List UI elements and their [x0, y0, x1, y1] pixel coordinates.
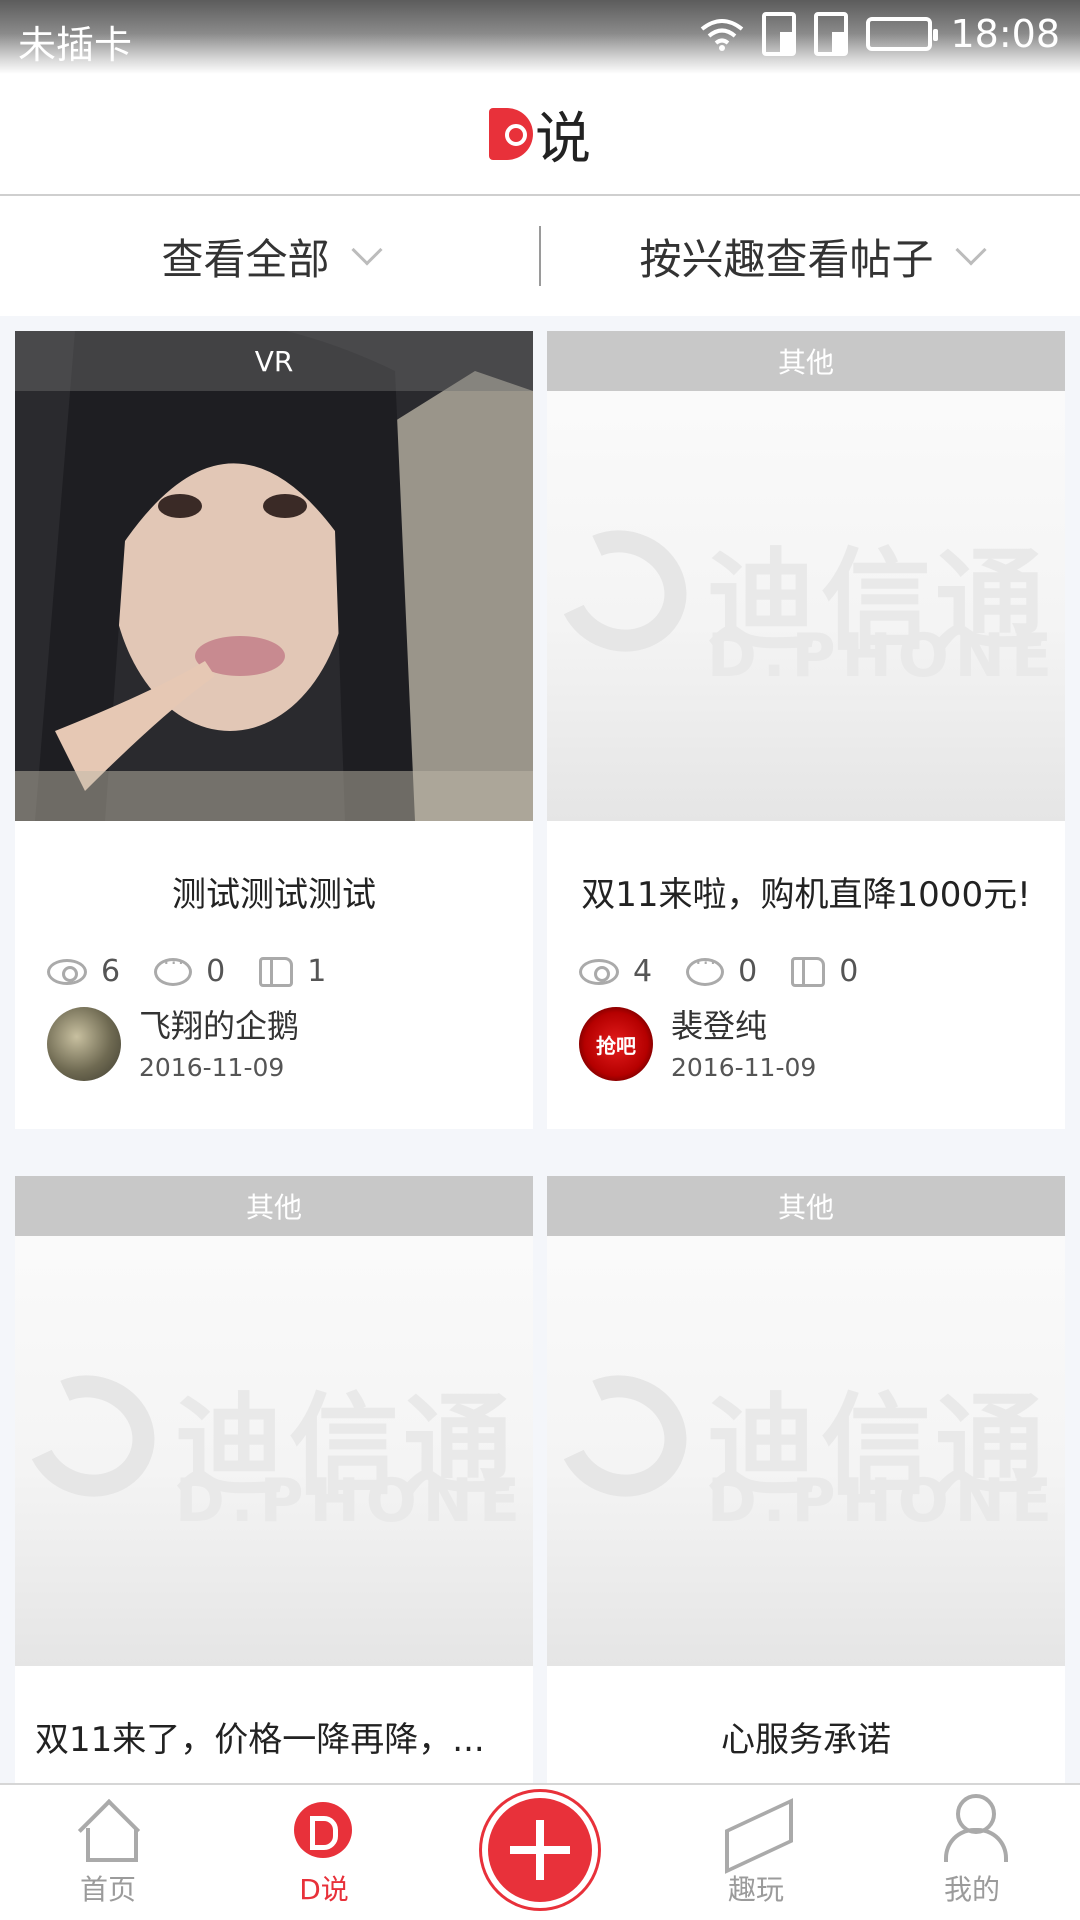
dphone-watermark-logo: 迪信通 D.PHONE — [547, 1357, 1065, 1536]
app-header: 说 — [0, 74, 1080, 196]
nav-item-dsay[interactable]: D说 — [216, 1785, 432, 1920]
chevron-down-icon — [954, 234, 987, 266]
bottom-nav: 首页 D说 趣玩 我的 — [0, 1783, 1080, 1920]
chevron-down-icon — [350, 234, 383, 266]
sim-slot-2-icon — [814, 12, 849, 56]
post-photo — [15, 331, 533, 821]
carrier-label: 未插卡 — [18, 23, 133, 67]
post-title[interactable]: 双11来了，价格一降再降，... — [15, 1712, 533, 1761]
filter-view-all-dropdown[interactable]: 查看全部 — [0, 196, 539, 316]
post-tag: 其他 — [547, 1176, 1065, 1236]
post-stats: 6 0 1 — [47, 951, 533, 989]
views-count: 4 — [633, 954, 653, 989]
nav-item-mine[interactable]: 我的 — [864, 1785, 1080, 1920]
post-title[interactable]: 双11来啦，购机直降1000元! — [547, 867, 1065, 916]
dphone-swirl-icon — [547, 512, 704, 670]
nav-label-home: 首页 — [79, 1873, 136, 1906]
avatar-text: 抢吧 — [596, 1033, 636, 1058]
post-image: VR — [15, 331, 533, 821]
status-time: 18:08 — [950, 12, 1060, 56]
comment-icon — [154, 951, 193, 986]
comments-count: 0 — [206, 954, 226, 989]
user-icon — [942, 1794, 1008, 1862]
dphone-watermark-logo: 迪信通 D.PHONE — [15, 1357, 533, 1536]
thumbs-up-icon — [259, 956, 294, 987]
post-date: 2016-11-09 — [139, 1053, 285, 1082]
nav-item-play[interactable]: 趣玩 — [648, 1785, 864, 1920]
create-post-plus-icon[interactable] — [488, 1798, 592, 1902]
brand-d-logo-icon — [489, 108, 533, 160]
comments-stat[interactable]: 0 — [686, 951, 758, 989]
comments-count: 0 — [738, 954, 758, 989]
avatar[interactable]: 抢吧 — [579, 1007, 653, 1081]
watermark-en: D.PHONE — [175, 1466, 526, 1536]
nav-item-home[interactable]: 首页 — [0, 1785, 216, 1920]
thumbs-up-icon — [791, 956, 826, 987]
dsay-icon — [292, 1800, 356, 1860]
sim-slot-1-icon — [762, 12, 797, 56]
watermark-en: D.PHONE — [707, 621, 1058, 691]
post-tag: VR — [15, 331, 533, 391]
page-title: 说 — [489, 94, 591, 175]
page-title-text: 说 — [535, 106, 591, 172]
watermark-en: D.PHONE — [707, 1466, 1058, 1536]
filter-by-interest-label: 按兴趣查看帖子 — [639, 234, 934, 284]
filter-by-interest-dropdown[interactable]: 按兴趣查看帖子 — [541, 196, 1080, 316]
post-image-placeholder: 其他 迪信通 D.PHONE — [547, 1176, 1065, 1666]
status-icons: 18:08 — [700, 12, 1060, 56]
status-bar: 未插卡 18:08 — [0, 0, 1080, 74]
filter-bar: 查看全部 按兴趣查看帖子 — [0, 196, 1080, 316]
post-card[interactable]: 其他 迪信通 D.PHONE 双11来了，价格一降再降，... — [15, 1176, 533, 1783]
post-tag: 其他 — [547, 331, 1065, 391]
likes-count: 1 — [307, 954, 327, 989]
post-image-placeholder: 其他 迪信通 D.PHONE — [547, 331, 1065, 821]
post-date: 2016-11-09 — [671, 1053, 817, 1082]
post-card[interactable]: 其他 迪信通 D.PHONE 心服务承诺 — [547, 1176, 1065, 1783]
dphone-watermark-logo: 迪信通 D.PHONE — [547, 512, 1065, 691]
nav-label-play: 趣玩 — [727, 1873, 784, 1906]
comments-stat[interactable]: 0 — [154, 951, 226, 989]
eye-icon — [47, 958, 87, 985]
filter-view-all-label: 查看全部 — [161, 234, 330, 284]
dphone-swirl-icon — [547, 1357, 704, 1515]
post-tag: 其他 — [15, 1176, 533, 1236]
author-name: 裴登纯 — [671, 1007, 768, 1045]
nav-label-mine: 我的 — [943, 1873, 1000, 1906]
views-count: 6 — [101, 954, 121, 989]
eye-icon — [579, 958, 619, 985]
home-icon — [78, 1804, 138, 1862]
wifi-icon — [701, 19, 744, 51]
post-card[interactable]: VR 测试测试测试 6 0 1 飞翔的企鹅 20 — [15, 331, 533, 1129]
likes-stat[interactable]: 0 — [791, 954, 858, 989]
post-title[interactable]: 心服务承诺 — [547, 1712, 1065, 1761]
post-card[interactable]: 其他 迪信通 D.PHONE 双11来啦，购机直降1000元! 4 0 0 抢吧… — [547, 331, 1065, 1129]
paper-plane-icon — [721, 1800, 791, 1860]
dphone-swirl-icon — [15, 1357, 172, 1515]
comment-icon — [686, 951, 725, 986]
avatar[interactable] — [47, 1007, 121, 1081]
post-image-placeholder: 其他 迪信通 D.PHONE — [15, 1176, 533, 1666]
post-author[interactable]: 飞翔的企鹅 2016-11-09 — [47, 1007, 533, 1087]
nav-label-dsay: D说 — [299, 1873, 349, 1906]
post-title[interactable]: 测试测试测试 — [15, 867, 533, 916]
views-stat: 6 — [47, 954, 120, 989]
post-stats: 4 0 0 — [579, 951, 1065, 989]
post-author[interactable]: 抢吧 裴登纯 2016-11-09 — [579, 1007, 1065, 1087]
nav-item-create[interactable] — [432, 1785, 648, 1920]
likes-stat[interactable]: 1 — [259, 954, 326, 989]
author-name: 飞翔的企鹅 — [139, 1007, 300, 1045]
views-stat: 4 — [579, 954, 652, 989]
battery-icon — [866, 17, 939, 51]
likes-count: 0 — [839, 954, 859, 989]
